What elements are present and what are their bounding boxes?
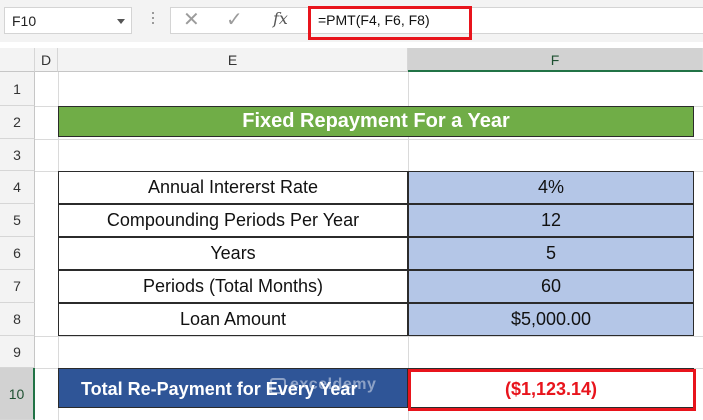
row-header-7[interactable]: 7 <box>0 270 35 303</box>
name-box-value: F10 <box>12 13 37 29</box>
cell-e4[interactable]: Annual Intererst Rate <box>58 171 408 204</box>
select-all-corner[interactable] <box>0 48 35 72</box>
cell-f4[interactable]: 4% <box>408 171 694 204</box>
sheet-title[interactable]: Fixed Repayment For a Year <box>58 106 694 137</box>
row-header-6[interactable]: 6 <box>0 237 35 270</box>
cell-f8[interactable]: $5,000.00 <box>408 303 694 336</box>
cell-f7[interactable]: 60 <box>408 270 694 303</box>
cell-e7[interactable]: Periods (Total Months) <box>58 270 408 303</box>
grid-line <box>35 139 703 140</box>
name-box[interactable]: F10 <box>4 7 132 34</box>
formula-input[interactable]: =PMT(F4, F6, F8) <box>318 12 430 28</box>
cell-e6[interactable]: Years <box>58 237 408 270</box>
fx-icon[interactable]: fx <box>273 9 288 28</box>
row-header-1[interactable]: 1 <box>0 72 35 106</box>
row-header-4[interactable]: 4 <box>0 171 35 204</box>
column-header-e[interactable]: E <box>58 48 408 72</box>
cell-e8[interactable]: Loan Amount <box>58 303 408 336</box>
x-icon[interactable]: ✕ <box>183 10 203 30</box>
grip-icon[interactable] <box>152 12 154 14</box>
formula-bar: F10 ✕ ✓ fx =PMT(F4, F6, F8) <box>0 0 703 42</box>
cell-f5[interactable]: 12 <box>408 204 694 237</box>
row-header-5[interactable]: 5 <box>0 204 35 237</box>
active-cell-highlight <box>408 369 696 411</box>
row-header-2[interactable]: 2 <box>0 106 35 139</box>
row-header-8[interactable]: 8 <box>0 303 35 336</box>
chevron-down-icon[interactable] <box>117 19 125 24</box>
check-icon[interactable]: ✓ <box>226 10 246 30</box>
row-header-9[interactable]: 9 <box>0 336 35 368</box>
watermark: exceldemy <box>290 376 377 393</box>
column-header-d[interactable]: D <box>35 48 58 72</box>
row-header-3[interactable]: 3 <box>0 139 35 171</box>
column-header-f[interactable]: F <box>408 48 703 72</box>
cell-e5[interactable]: Compounding Periods Per Year <box>58 204 408 237</box>
grid-line <box>35 336 703 337</box>
watermark-logo-icon <box>270 378 286 394</box>
cell-f6[interactable]: 5 <box>408 237 694 270</box>
row-header-10[interactable]: 10 <box>0 368 35 420</box>
